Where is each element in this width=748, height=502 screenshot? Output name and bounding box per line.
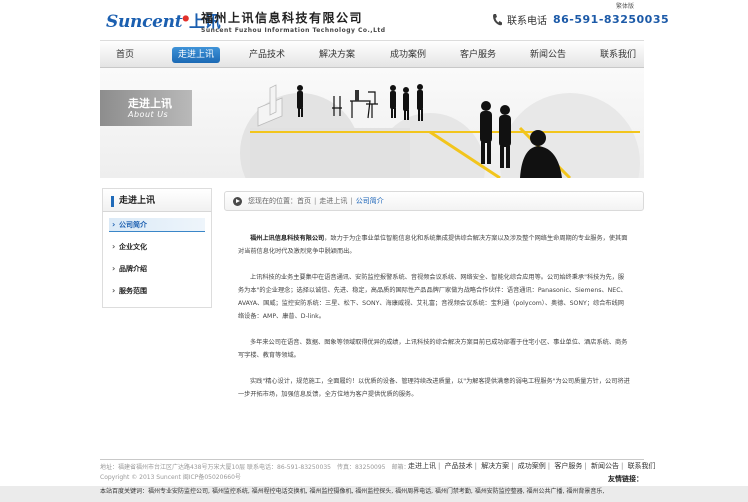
footer-link-cases[interactable]: 成功案例 [518,462,546,470]
banner-subtitle: About Us [128,110,169,119]
logo-dot: ● [182,12,189,23]
left-sidebar: 走进上讯 公司简介 企业文化 品牌介绍 服务范围 [102,188,212,308]
nav-item-cases[interactable]: 成功案例 [390,47,426,63]
sidebar-title: 走进上讯 [119,196,156,206]
logo-text-en: Suncent [106,12,183,32]
footer-link-separator: | [511,462,514,470]
footer-link-products[interactable]: 产品技术 [445,462,473,470]
hotline-label: 联系电话 [507,16,547,27]
footer-contact-info: 地址：福建省福州市台江区广达路438号万宋大厦10层 联系电话：86-591-8… [100,464,410,471]
breadcrumb-home[interactable]: 首页 [297,196,311,206]
footer-link-separator: | [438,462,441,470]
footer-link-service[interactable]: 客户服务 [554,462,582,470]
company-name-en: Suncent Fuzhou Information Technology Co… [201,27,386,34]
paragraph-intro: 福州上讯信息科技有限公司，致力于为企事业单位智能信息化和系统集成提供综合解决方案… [238,232,630,258]
footer-link-solutions[interactable]: 解决方案 [481,462,509,470]
sidebar-item-company-profile[interactable]: 公司简介 [109,218,205,232]
traditional-chinese-link[interactable]: 繁体版 [616,1,634,10]
phone-icon [493,14,502,26]
nav-item-news[interactable]: 新闻公告 [530,47,566,63]
nav-item-home[interactable]: 首页 [116,47,134,63]
main-nav: 首页 走进上讯 产品技术 解决方案 成功案例 客户服务 新闻公告 联系我们 [100,40,644,68]
paragraph-achievements: 多年来公司在语音、数据、图象等领域取得优异的成绩，上讯科技的综合解决方案目前已成… [238,339,628,359]
company-name: 福州上讯信息科技有限公司 Suncent Fuzhou Information … [201,9,386,34]
breadcrumb-separator: | [314,197,317,205]
hotline-number: 86-591-83250035 [553,13,670,26]
sidebar-item-service-scope[interactable]: 服务范围 [109,284,205,298]
footer-link-separator: | [620,462,624,470]
site-header: Suncent●上讯 福州上讯信息科技有限公司 Suncent Fuzhou I… [0,0,748,40]
nav-item-contact[interactable]: 联系我们 [600,47,636,63]
paragraph-quality: 实践"精心设计，规范施工，全面履约！以优质的设备、管理持续改进质量，以"为解客提… [238,378,630,398]
company-name-cn: 福州上讯信息科技有限公司 [201,11,364,25]
breadcrumb-separator: | [350,197,353,205]
sidebar-header-bar [111,195,114,207]
friend-links-label: 友情链接： [608,475,643,483]
footer-divider [100,459,644,460]
hotline: 联系电话 86-591-83250035 [492,12,669,27]
nav-item-products[interactable]: 产品技术 [249,47,285,63]
paragraph-business: 上讯科技的业务主要集中在语音通讯、安防监控报警系统、音视频会议系统、网络安全、智… [238,274,627,320]
nav-item-about[interactable]: 走进上讯 [172,47,221,63]
nav-item-service[interactable]: 客户服务 [460,47,496,63]
footer-link-contact[interactable]: 联系我们 [628,462,656,470]
location-icon [233,196,242,206]
footer-links: 走进上讯 | 产品技术 | 解决方案 | 成功案例 | 客户服务 | 新闻公告 | 联系我们 [408,461,656,471]
footer-copyright: Copyright © 2013 Suncent 闽ICP备05020660号 [100,474,241,481]
sidebar-item-culture[interactable]: 企业文化 [109,240,205,254]
sidebar-menu: 公司简介 企业文化 品牌介绍 服务范围 [102,212,212,308]
footer-link-news[interactable]: 新闻公告 [591,462,619,470]
breadcrumb-section[interactable]: 走进上讯 [319,196,347,206]
footer-link-separator: | [547,462,551,470]
nav-item-solutions[interactable]: 解决方案 [319,47,355,63]
company-profile-text: 福州上讯信息科技有限公司，致力于为企事业单位智能信息化和系统集成提供综合解决方案… [238,232,630,414]
company-name-inline: 福州上讯信息科技有限公司 [250,235,325,242]
breadcrumb-prefix: 您现在的位置： [248,197,297,205]
footer-link-separator: | [584,462,587,470]
footer-link-separator: | [474,462,477,470]
banner-title: 走进上讯 [128,97,172,110]
footer-link-about[interactable]: 走进上讯 [408,462,436,470]
breadcrumb: 您现在的位置： 首页 | 走进上讯 | 公司简介 [224,191,644,211]
footer-keywords: 本站百度关键词：福州专业安防监控公司, 福州监控系统, 福州程控电话交换机, 福… [0,486,748,502]
about-banner: 走进上讯 About Us [100,68,644,178]
sidebar-item-brand[interactable]: 品牌介绍 [109,262,205,276]
sidebar-header: 走进上讯 [102,188,212,212]
breadcrumb-current: 公司简介 [355,197,384,205]
